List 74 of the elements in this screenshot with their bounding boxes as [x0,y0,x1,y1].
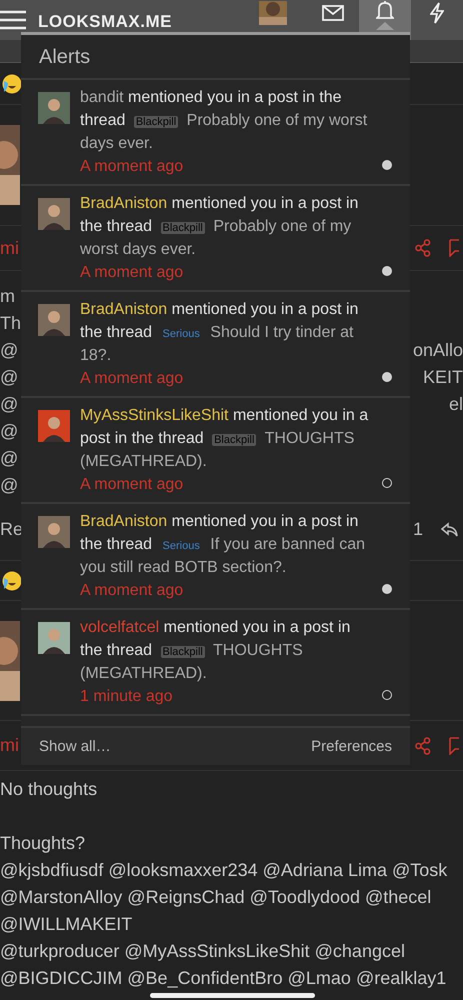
post-text: Thoughts? [0,832,86,855]
username-link[interactable]: bandit [80,89,124,106]
alert-time: A moment ago [80,369,184,389]
username-link[interactable]: MyAssStinksLikeShit [80,407,228,424]
read-toggle[interactable] [382,266,392,276]
alert-text: BradAniston mentioned you in a post in the thread Serious If you are banned can you still read BOTB section?. [80,512,366,578]
post-text: @ [0,340,18,361]
thread-prefix: Serious [162,540,201,552]
post-text: el [448,394,463,415]
dropdown-title: Alerts [21,35,410,80]
username-link[interactable]: BradAniston [80,195,168,212]
read-toggle[interactable] [382,372,392,382]
alert-item[interactable]: BradAniston mentioned you in a post in the thread Serious Should I try tinder at 18?. A moment ago [21,292,410,398]
reply-icon[interactable] [441,522,459,538]
alert-item[interactable]: MyAssStinksLikeShit mentioned you in a post in the thread Blackpill THOUGHTS (MEGATHREAD). A moment ago [21,398,410,504]
thread-prefix: Blackpill [212,434,256,446]
emoji-icon [2,74,22,94]
alert-time: A moment ago [80,475,184,495]
user-avatar [38,198,70,230]
user-avatar [38,304,70,336]
post-text: @BIGDICCJIM @Be_ConfidentBro @Lmao @realklay1 [0,967,446,990]
alert-item[interactable]: BradAniston mentioned you in a post in the thread Serious If you are banned can you still read BOTB section?. A moment ago [21,504,410,610]
site-logo[interactable]: LOOKSMAX.ME [38,13,172,31]
user-avatar [38,92,70,124]
thread-prefix: Serious [162,328,201,340]
alert-time: 1 minute ago [80,687,174,707]
post-text: m [0,286,15,307]
alert-time: A moment ago [80,581,184,601]
post-text: @IWILLMAKEIT [0,913,132,936]
alert-item[interactable]: BradAniston mentioned you in a post in the thread Blackpill Probably one of my worst days ever. A moment ago [21,186,410,292]
username-link[interactable]: BradAniston [80,301,168,318]
user-avatar [38,622,70,654]
post-text: @ [0,421,18,442]
bookmark-icon[interactable] [449,736,459,754]
preferences-link[interactable]: Preferences [311,738,392,755]
alert-text: volcelfatcel mentioned you in a post in the thread Blackpill THOUGHTS (MEGATHREAD). [80,618,352,684]
alert-time: A moment ago [80,157,184,177]
reaction-count: 1 [412,519,423,540]
share-icon[interactable] [415,239,431,257]
reply-link[interactable]: Re [0,519,24,540]
emoji-icon [2,570,22,590]
menu-icon[interactable] [0,10,26,30]
alert-item[interactable]: volcelfatcel mentioned you in a post in the thread Blackpill THOUGHTS (MEGATHREAD). 1 minute ago [21,610,410,716]
alert-text: BradAniston mentioned you in a post in the thread Serious Should I try tinder at 18?. [80,300,360,366]
read-toggle[interactable] [382,160,392,170]
user-avatar [38,410,70,442]
post-text: @ [0,448,18,469]
bell-icon [376,1,394,21]
post-text: @kjsbdfiusdf @looksmaxxer234 @Adriana Lima @Tosk [0,859,448,882]
alert-text: MyAssStinksLikeShit mentioned you in a post in the thread Blackpill THOUGHTS (MEGATHREAD). [80,406,370,472]
read-toggle[interactable] [382,478,392,488]
read-toggle[interactable] [382,690,392,700]
post-text: @turkproducer @MyAssStinksLikeShit @changcel [0,940,405,963]
share-icon[interactable] [415,736,431,754]
post-text: @ [0,367,18,388]
bookmark-icon[interactable] [449,239,459,257]
post-text: Th [0,313,22,334]
alert-item[interactable]: bandit mentioned you in a post in the thread Blackpill Probably one of my worst days ever. A moment ago [21,80,410,186]
alert-time: A moment ago [80,263,184,283]
alert-text: BradAniston mentioned you in a post in the thread Blackpill Probably one of my worst days ever. [80,194,360,260]
user-avatar [38,516,70,548]
username-link[interactable]: BradAniston [80,513,168,530]
post-text: KEIT [422,367,463,388]
thread-prefix: Blackpill [160,646,205,658]
post-text: No thoughts [0,778,98,801]
show-all-link[interactable]: Show all… [39,738,111,755]
alert-text: bandit mentioned you in a post in the thread Blackpill Probably one of my worst days ever. [80,88,368,154]
thread-prefix: Blackpill [160,222,205,234]
post-text: @ [0,475,18,496]
post-text: onAllo [412,340,463,361]
post-text: @ [0,394,18,415]
thread-prefix: Blackpill [134,116,178,128]
read-toggle[interactable] [382,584,392,594]
post-text: @MarstonAlloy @ReignsChad @Toodlydood @thecel [0,886,432,909]
